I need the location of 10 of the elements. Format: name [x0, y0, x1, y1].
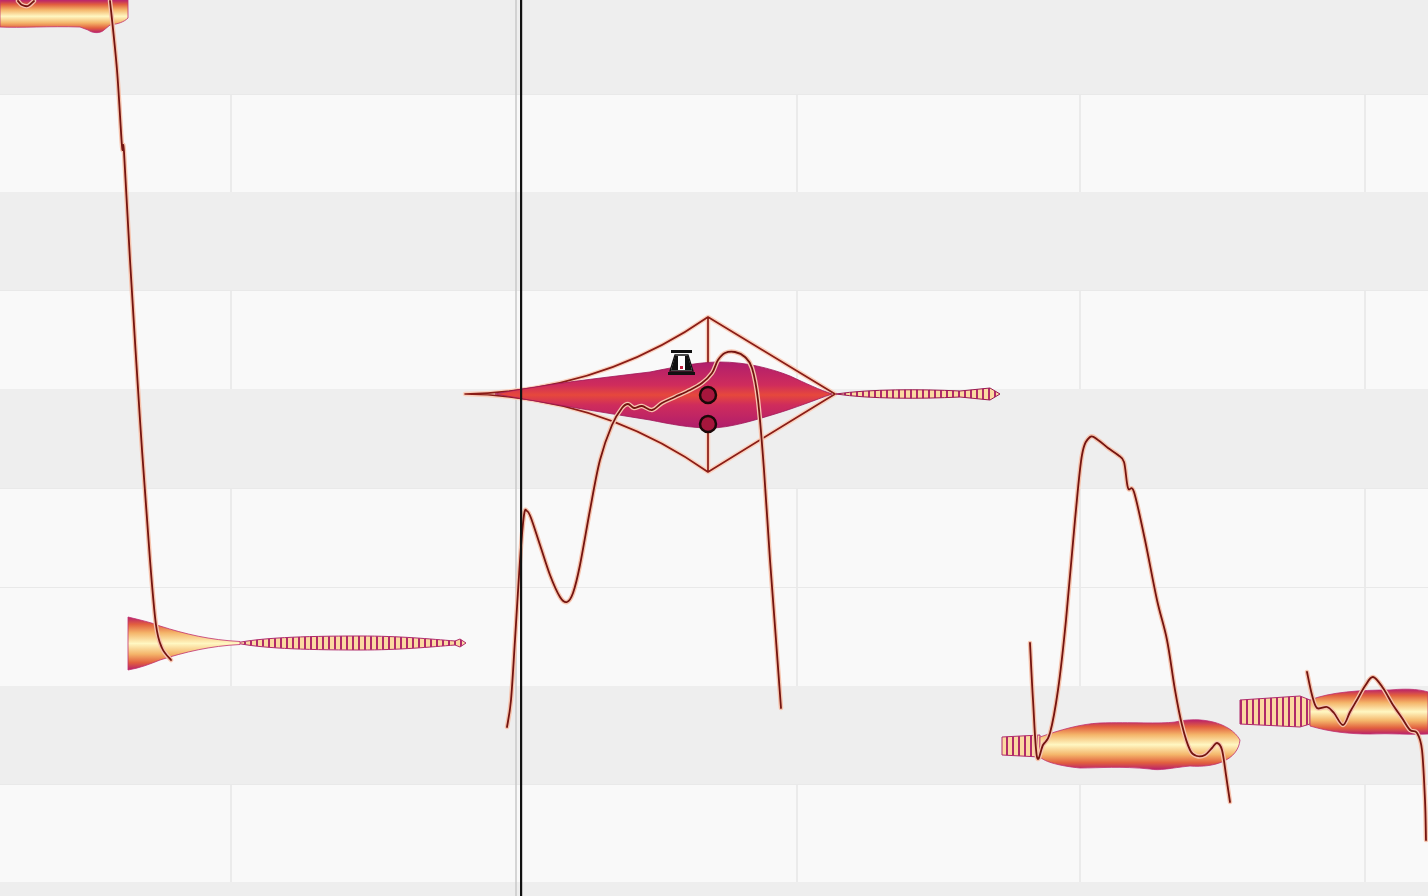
note-blob[interactable]	[1001, 719, 1241, 771]
note-edit-frame[interactable]	[462, 314, 838, 475]
circle-handle-icon[interactable]	[698, 414, 718, 434]
note-blob[interactable]	[1239, 688, 1428, 735]
note-blob[interactable]	[127, 616, 467, 671]
cursor-icon	[668, 350, 695, 375]
note-blob[interactable]	[0, 0, 129, 34]
circle-handle-icon[interactable]	[698, 385, 718, 405]
note-blob[interactable]	[494, 361, 1001, 429]
pitch-curve	[15, 0, 37, 9]
